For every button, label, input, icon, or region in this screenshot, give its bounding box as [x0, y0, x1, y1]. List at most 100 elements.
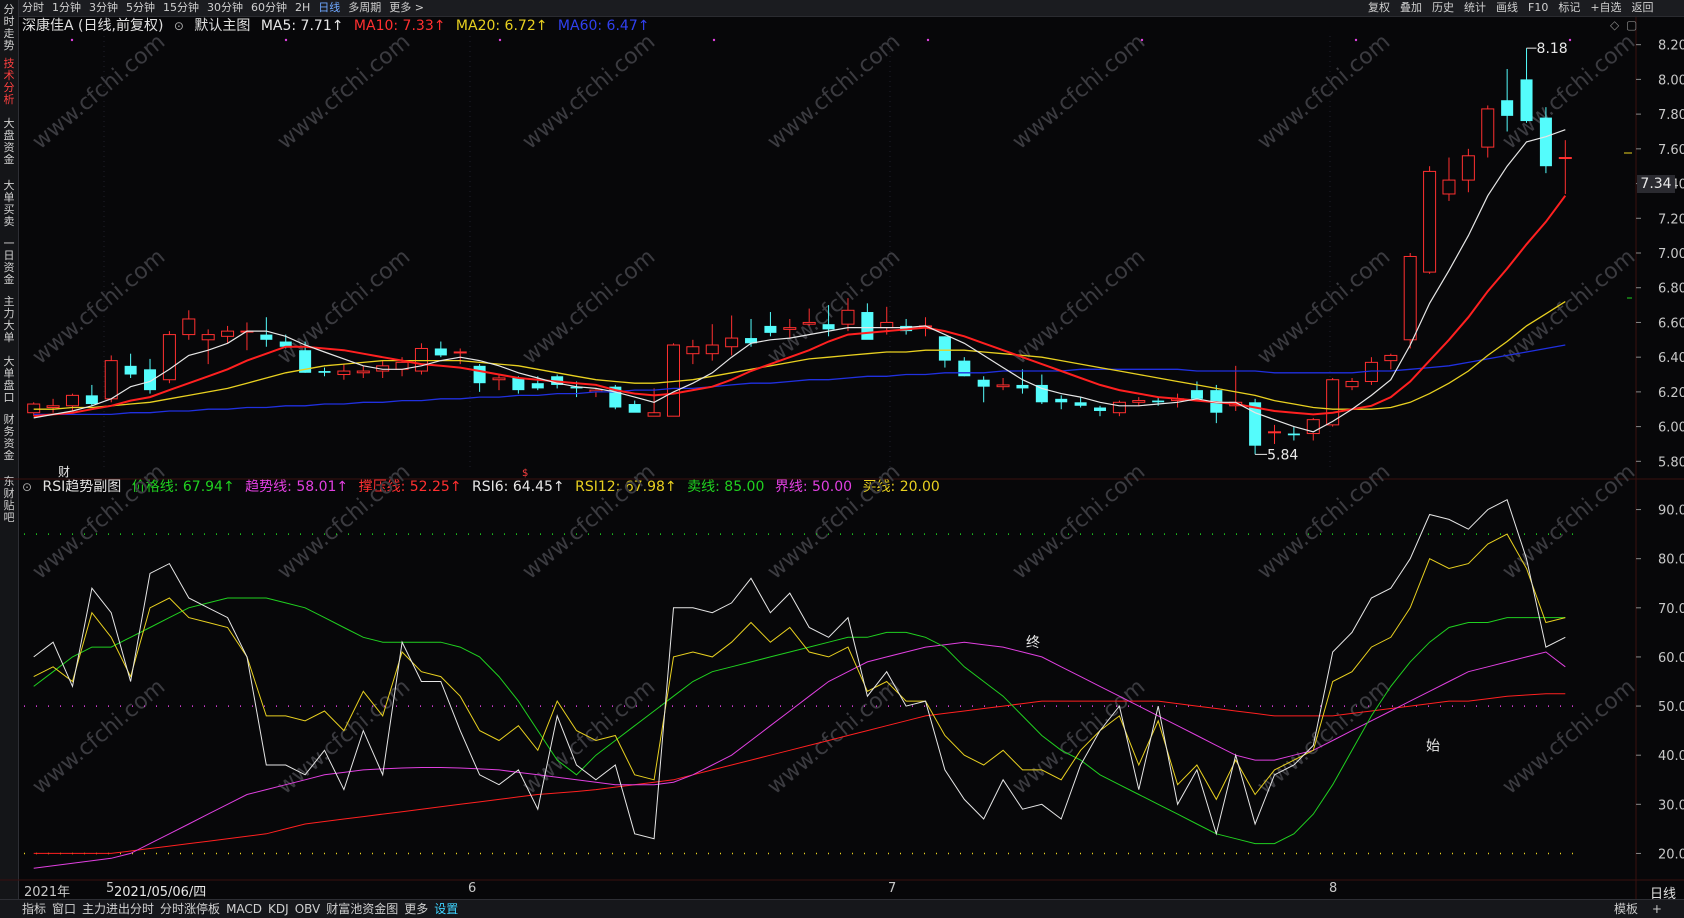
bottom-tab[interactable]: 窗口 — [52, 901, 76, 917]
bottom-tab[interactable]: 设置 — [434, 901, 458, 917]
candle[interactable] — [783, 327, 797, 330]
candle[interactable] — [124, 365, 137, 375]
watermark-text: www.cfchi.com — [28, 674, 170, 799]
window-toggle-icon[interactable]: ▢ — [1626, 18, 1637, 32]
candle[interactable] — [822, 324, 835, 330]
candle[interactable] — [1074, 402, 1087, 406]
low-price-label: 5.84 — [1267, 447, 1298, 463]
bottom-tab[interactable]: 分时涨停板 — [160, 901, 220, 917]
candle[interactable] — [1190, 390, 1203, 399]
bottom-tab[interactable]: KDJ — [268, 901, 289, 917]
candle[interactable] — [958, 360, 971, 377]
candle[interactable] — [473, 365, 486, 384]
candle[interactable] — [492, 377, 506, 381]
candle[interactable] — [1501, 100, 1514, 116]
x-label-aug: 8 — [1329, 881, 1338, 896]
candle[interactable] — [1481, 108, 1495, 148]
add-button[interactable]: + — [1652, 902, 1662, 916]
candle[interactable] — [1403, 255, 1417, 341]
candle[interactable] — [1558, 157, 1572, 160]
watermark-text: www.cfchi.com — [1008, 459, 1150, 584]
candle[interactable] — [1520, 79, 1533, 122]
candle[interactable] — [880, 321, 894, 329]
candle[interactable] — [996, 384, 1010, 388]
candle[interactable] — [1055, 398, 1068, 403]
candle[interactable] — [725, 337, 739, 348]
candle[interactable] — [531, 383, 544, 389]
template-button[interactable]: 模板 — [1614, 902, 1638, 916]
candle[interactable] — [1267, 431, 1282, 434]
candle[interactable] — [841, 309, 855, 325]
y-tick-label: 70.00 — [1658, 602, 1684, 617]
bottom-tab[interactable]: 财富池资金图 — [326, 901, 398, 917]
candle[interactable] — [453, 351, 467, 354]
candle[interactable] — [1345, 380, 1359, 388]
y-tick-label: 7.80 — [1658, 108, 1684, 123]
candle[interactable] — [938, 336, 951, 361]
candle[interactable] — [434, 348, 447, 356]
candle[interactable] — [1152, 400, 1165, 403]
bottom-tab[interactable]: MACD — [226, 901, 262, 917]
high-price-label: 8.18 — [1537, 41, 1568, 57]
watermark-text: www.cfchi.com — [28, 29, 170, 154]
candle[interactable] — [1539, 117, 1552, 167]
candle[interactable] — [260, 334, 273, 340]
candle[interactable] — [628, 404, 641, 413]
candle[interactable] — [65, 394, 79, 407]
y-tick-label: 5.80 — [1658, 455, 1684, 470]
y-tick-label: 8.00 — [1658, 73, 1684, 88]
period-marker — [1140, 38, 1144, 42]
candle[interactable] — [1016, 384, 1029, 389]
candle[interactable] — [1035, 384, 1048, 403]
period-marker — [1568, 38, 1572, 42]
candle[interactable] — [1132, 400, 1146, 403]
candle[interactable] — [356, 370, 370, 374]
candle[interactable] — [1287, 433, 1300, 436]
candle[interactable] — [512, 377, 525, 391]
candle[interactable] — [144, 369, 157, 391]
bottom-tab[interactable]: 更多 — [404, 901, 428, 917]
financial-marker[interactable]: 财 — [58, 465, 70, 479]
candle[interactable] — [802, 321, 816, 325]
candle[interactable] — [1093, 407, 1107, 411]
period-marker — [284, 38, 288, 42]
dividend-marker[interactable]: $ — [522, 468, 528, 479]
candle[interactable] — [414, 347, 428, 372]
end-marker: 终 — [1026, 635, 1040, 651]
candle[interactable] — [1423, 170, 1437, 273]
candle[interactable] — [647, 412, 661, 417]
candle[interactable] — [764, 325, 777, 333]
candle[interactable] — [705, 344, 719, 355]
candle[interactable] — [686, 346, 700, 355]
candle[interactable] — [977, 379, 990, 387]
candle[interactable] — [104, 360, 118, 400]
candle[interactable] — [318, 371, 331, 373]
candle[interactable] — [337, 370, 351, 376]
candle[interactable] — [1112, 401, 1126, 414]
watermark-text: www.cfchi.com — [518, 29, 660, 154]
current-price-tag: 7.34 — [1637, 175, 1675, 193]
watermark-text: www.cfchi.com — [1498, 674, 1640, 799]
candle[interactable] — [1461, 155, 1475, 181]
bottom-tab[interactable]: OBV — [295, 901, 321, 917]
bottom-tab[interactable]: 主力进出分时 — [82, 901, 154, 917]
period-marker — [712, 38, 716, 42]
kline-chart[interactable]: www.cfchi.com www.cfchi.com www.cfchi.com w… — [0, 0, 1684, 917]
period-marker — [926, 38, 930, 42]
bottom-tab[interactable]: 指标 — [22, 901, 46, 917]
candle[interactable] — [221, 330, 235, 337]
watermark-text: www.cfchi.com — [518, 459, 660, 584]
x-label-jun: 6 — [468, 881, 477, 896]
candle[interactable] — [182, 318, 196, 336]
candle[interactable] — [861, 312, 874, 340]
candle[interactable] — [1442, 179, 1456, 195]
candle[interactable] — [27, 403, 41, 414]
candle[interactable] — [201, 334, 215, 341]
watermark-text: www.cfchi.com — [28, 244, 170, 369]
chart-settings-icon[interactable]: ◇ — [1610, 18, 1619, 32]
candle[interactable] — [85, 395, 98, 405]
period-indicator[interactable]: 日线 — [1650, 883, 1676, 902]
candle[interactable] — [1384, 354, 1398, 362]
candle[interactable] — [162, 334, 176, 381]
candle[interactable] — [46, 405, 60, 409]
